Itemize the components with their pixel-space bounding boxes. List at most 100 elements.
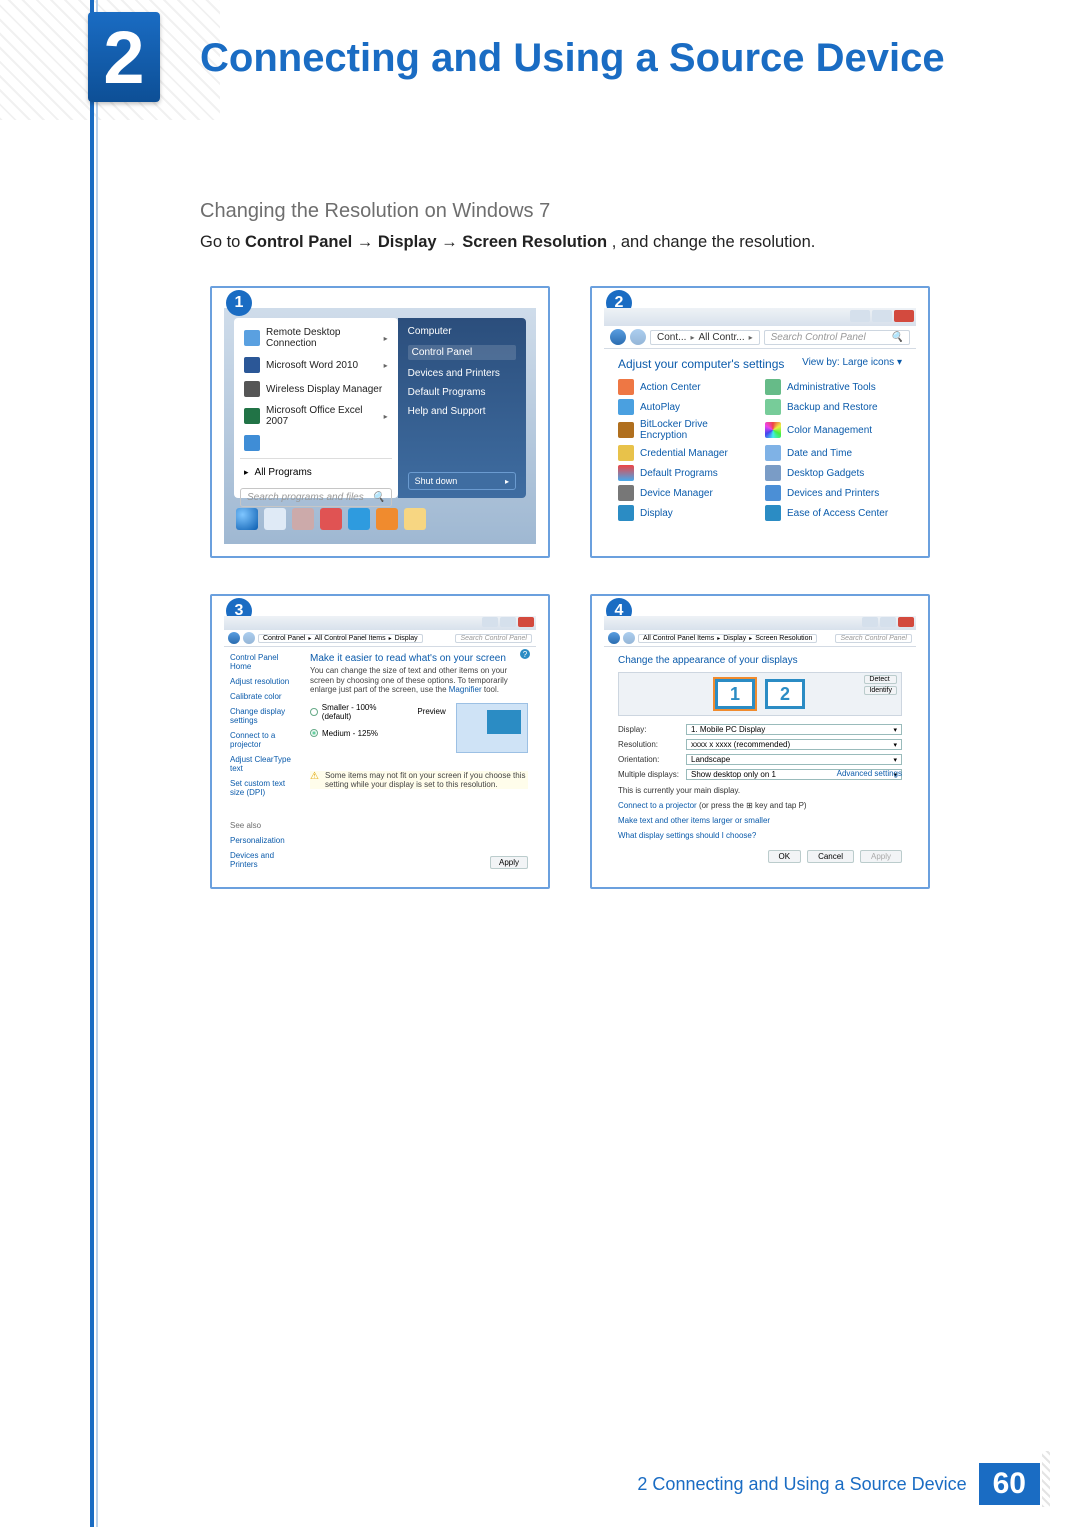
- view-by[interactable]: View by: Large icons ▾: [802, 357, 902, 371]
- start-menu-item[interactable]: Wireless Display Manager: [240, 378, 392, 400]
- maximize-button[interactable]: [500, 617, 516, 627]
- start-menu-item[interactable]: Microsoft Office Excel 2007▸: [240, 402, 392, 430]
- cp-grid: Action Center Administrative Tools AutoP…: [604, 373, 916, 531]
- chevron-right-icon: [749, 332, 753, 343]
- all-programs[interactable]: All Programs: [240, 463, 392, 482]
- apply-button[interactable]: Apply: [860, 850, 902, 863]
- projector-link[interactable]: Connect to a projector: [618, 801, 697, 810]
- monitor-1-icon[interactable]: 1: [715, 679, 755, 709]
- cp-item[interactable]: Default Programs: [618, 465, 755, 481]
- screenshot-4: 4 All Control Panel ItemsDisplayScreen R…: [590, 594, 930, 889]
- breadcrumb[interactable]: Cont...All Contr...: [650, 330, 760, 345]
- radio-icon: [310, 708, 318, 716]
- apply-button[interactable]: Apply: [490, 856, 528, 869]
- right-menu-item[interactable]: Default Programs: [408, 387, 516, 398]
- cp-item[interactable]: BitLocker Drive Encryption: [618, 419, 755, 441]
- minimize-button[interactable]: [850, 310, 870, 322]
- search-input[interactable]: Search Control Panel🔍: [764, 330, 910, 345]
- vertical-spine-light: [96, 0, 98, 1527]
- taskbar-icon[interactable]: [292, 508, 314, 530]
- cp-item-label: Default Programs: [640, 468, 718, 479]
- cp-item[interactable]: Devices and Printers: [765, 485, 902, 501]
- app-icon: [244, 381, 260, 397]
- window-titlebar: [224, 616, 536, 630]
- start-menu-item[interactable]: Microsoft Word 2010▸: [240, 354, 392, 376]
- checkbox-icon: [618, 465, 634, 481]
- address-bar: Cont...All Contr... Search Control Panel…: [604, 326, 916, 349]
- shutdown-button[interactable]: Shut down▸: [408, 472, 516, 490]
- what-settings-link[interactable]: What display settings should I choose?: [618, 831, 902, 840]
- maximize-button[interactable]: [872, 310, 892, 322]
- sidebar-link[interactable]: Change display settings: [230, 707, 296, 725]
- sidebar-link[interactable]: Devices and Printers: [230, 851, 296, 869]
- cp-item-label: Credential Manager: [640, 448, 728, 459]
- cp-item[interactable]: Ease of Access Center: [765, 505, 902, 521]
- instr-prefix: Go to: [200, 233, 245, 251]
- start-menu-item[interactable]: [240, 432, 392, 454]
- detect-button[interactable]: Detect: [864, 675, 897, 684]
- cp-item[interactable]: Backup and Restore: [765, 399, 902, 415]
- radio-smaller[interactable]: Smaller - 100% (default) Preview: [310, 703, 446, 721]
- close-button[interactable]: [894, 310, 914, 322]
- minimize-button[interactable]: [482, 617, 498, 627]
- maximize-button[interactable]: [880, 617, 896, 627]
- ok-button[interactable]: OK: [768, 850, 802, 863]
- right-menu-item[interactable]: Help and Support: [408, 406, 516, 417]
- cp-item[interactable]: Device Manager: [618, 485, 755, 501]
- taskbar-icon[interactable]: [348, 508, 370, 530]
- sidebar-link[interactable]: Adjust ClearType text: [230, 755, 296, 773]
- start-menu-item[interactable]: Remote Desktop Connection▸: [240, 324, 392, 352]
- close-button[interactable]: [518, 617, 534, 627]
- magnifier-link[interactable]: Magnifier: [449, 685, 482, 694]
- taskbar-icon[interactable]: [320, 508, 342, 530]
- screenshots-row: 3 Control PanelAll Control Panel ItemsDi…: [210, 594, 930, 889]
- sidebar-home[interactable]: Control Panel Home: [230, 653, 296, 671]
- back-button-icon[interactable]: [228, 632, 240, 644]
- forward-button-icon[interactable]: [623, 632, 635, 644]
- advanced-settings-link[interactable]: Advanced settings: [837, 769, 902, 778]
- right-menu-item[interactable]: Devices and Printers: [408, 368, 516, 379]
- cp-item[interactable]: Action Center: [618, 379, 755, 395]
- taskbar-icon[interactable]: [376, 508, 398, 530]
- back-button-icon[interactable]: [608, 632, 620, 644]
- help-icon[interactable]: ?: [520, 649, 530, 659]
- minimize-button[interactable]: [862, 617, 878, 627]
- identify-button[interactable]: Identify: [864, 686, 897, 695]
- cp-item[interactable]: Color Management: [765, 419, 902, 441]
- chevron-right-icon: ▸: [384, 361, 388, 370]
- sidebar-link[interactable]: Set custom text size (DPI): [230, 779, 296, 797]
- cp-title: Adjust your computer's settings: [618, 357, 784, 371]
- cp-item[interactable]: Display: [618, 505, 755, 521]
- taskbar-icon[interactable]: [404, 508, 426, 530]
- cancel-button[interactable]: Cancel: [807, 850, 854, 863]
- right-menu-item[interactable]: Control Panel: [408, 345, 516, 360]
- close-button[interactable]: [898, 617, 914, 627]
- radio-medium[interactable]: Medium - 125%: [310, 729, 446, 738]
- cp-item[interactable]: Administrative Tools: [765, 379, 902, 395]
- monitor-2-icon[interactable]: 2: [765, 679, 805, 709]
- breadcrumb[interactable]: All Control Panel ItemsDisplayScreen Res…: [638, 634, 817, 643]
- larger-text-link[interactable]: Make text and other items larger or smal…: [618, 816, 902, 825]
- resolution-select[interactable]: xxxx x xxxx (recommended): [686, 739, 902, 750]
- sidebar-link[interactable]: Calibrate color: [230, 692, 296, 701]
- cp-item[interactable]: Credential Manager: [618, 445, 755, 461]
- forward-button-icon[interactable]: [630, 329, 646, 345]
- breadcrumb[interactable]: Control PanelAll Control Panel ItemsDisp…: [258, 634, 423, 643]
- back-button-icon[interactable]: [610, 329, 626, 345]
- display-select[interactable]: 1. Mobile PC Display: [686, 724, 902, 735]
- cp-item[interactable]: Date and Time: [765, 445, 902, 461]
- multiple-displays-label: Multiple displays:: [618, 770, 680, 779]
- orientation-select[interactable]: Landscape: [686, 754, 902, 765]
- cp-item[interactable]: Desktop Gadgets: [765, 465, 902, 481]
- start-orb-icon[interactable]: [236, 508, 258, 530]
- breadcrumb-item: Screen Resolution: [755, 635, 812, 642]
- sidebar-link[interactable]: Personalization: [230, 836, 296, 845]
- sidebar-link[interactable]: Adjust resolution: [230, 677, 296, 686]
- right-menu-item[interactable]: Computer: [408, 326, 516, 337]
- forward-button-icon[interactable]: [243, 632, 255, 644]
- search-input[interactable]: Search Control Panel: [835, 634, 912, 643]
- taskbar-icon[interactable]: [264, 508, 286, 530]
- search-input[interactable]: Search Control Panel: [455, 634, 532, 643]
- sidebar-link[interactable]: Connect to a projector: [230, 731, 296, 749]
- cp-item[interactable]: AutoPlay: [618, 399, 755, 415]
